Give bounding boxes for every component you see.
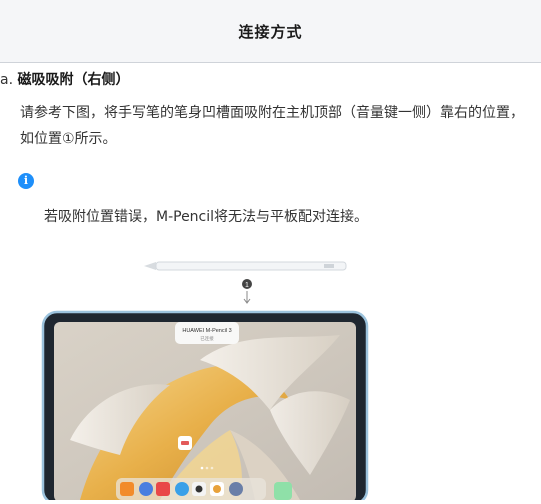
info-icon: i <box>18 173 34 189</box>
section-title: 磁吸吸附（右侧） <box>17 72 130 88</box>
video-app-icon <box>120 482 134 496</box>
page-header: 连接方式 <box>0 0 541 63</box>
browser-app-icon <box>175 482 189 496</box>
popup-subtitle: 已连接 <box>200 335 214 342</box>
marker-number: 1 <box>245 282 249 289</box>
popup-title: HUAWEI M-Pencil 3 <box>182 328 231 334</box>
page-title: 连接方式 <box>238 22 303 41</box>
tablet-pencil-illustration: 1 HUAWEI M-Pencil 3 已连接 <box>40 250 380 504</box>
section-heading: a. 磁吸吸附（右侧） <box>0 69 129 89</box>
note-text: 若吸附位置错误，M-Pencil将无法与平板配对连接。 <box>44 209 369 225</box>
illustration-svg: 1 HUAWEI M-Pencil 3 已连接 <box>41 261 369 504</box>
section-number: a. <box>0 72 14 88</box>
music-app-icon <box>139 482 153 496</box>
settings-app-icon <box>229 482 243 496</box>
position-marker: 1 <box>242 279 252 304</box>
instruction-text: 请参考下图，将手写笔的笔身凹槽面吸附在主机顶部（音量键一侧）靠右的位置，如位置①… <box>20 105 524 147</box>
pencil-icon <box>144 261 347 271</box>
tablet-device: HUAWEI M-Pencil 3 已连接 <box>41 310 369 504</box>
gallery-app-icon <box>156 482 170 496</box>
pencil-connected-popup: HUAWEI M-Pencil 3 已连接 <box>175 322 239 344</box>
recent-app-icon <box>274 482 292 500</box>
